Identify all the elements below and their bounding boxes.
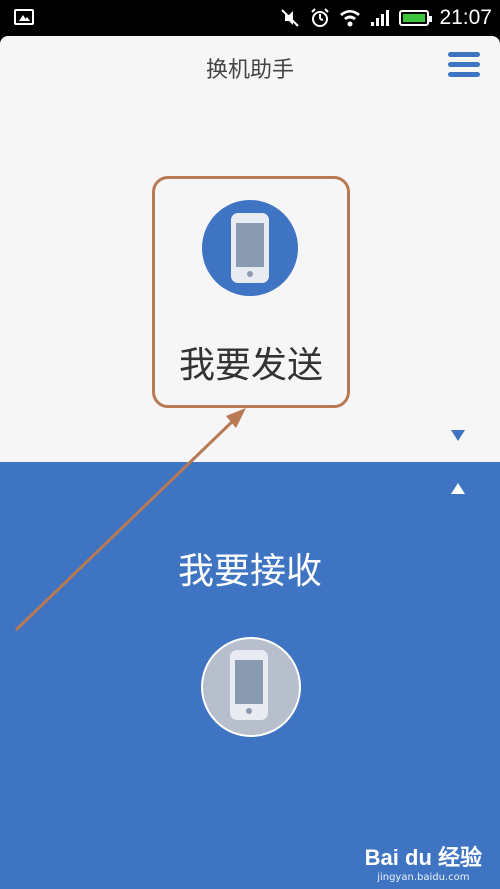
baidu-watermark: Bai du 经验 jingyan.baidu.com: [365, 840, 482, 883]
send-label[interactable]: 我要发送: [152, 336, 350, 388]
wifi-icon: [340, 10, 361, 27]
phone-icon: [231, 213, 269, 283]
down-triangle-icon[interactable]: [451, 430, 465, 441]
page-title: 换机助手: [205, 58, 294, 83]
status-bar: 21:07: [0, 0, 500, 36]
app-window: 换机助手 我要发送 我要接收: [0, 36, 500, 889]
battery-icon: [399, 10, 433, 26]
mute-icon: [281, 9, 300, 27]
status-icons: 21:07: [279, 0, 492, 36]
send-panel[interactable]: 换机助手 我要发送: [0, 36, 500, 462]
alarm-icon: [311, 8, 330, 27]
send-phone-button[interactable]: [202, 200, 298, 296]
gallery-icon: [14, 9, 34, 25]
receive-phone-button[interactable]: [201, 637, 301, 737]
receive-label[interactable]: 我要接收: [0, 542, 500, 594]
up-triangle-icon[interactable]: [451, 483, 465, 494]
status-time: 21:07: [439, 6, 492, 29]
receive-panel[interactable]: 我要接收: [0, 462, 500, 889]
phone-icon: [230, 650, 268, 720]
hamburger-menu-icon[interactable]: [448, 52, 480, 80]
watermark-url: jingyan.baidu.com: [377, 872, 470, 883]
signal-icon: [371, 10, 390, 26]
watermark-logo: Bai du 经验: [364, 845, 482, 870]
